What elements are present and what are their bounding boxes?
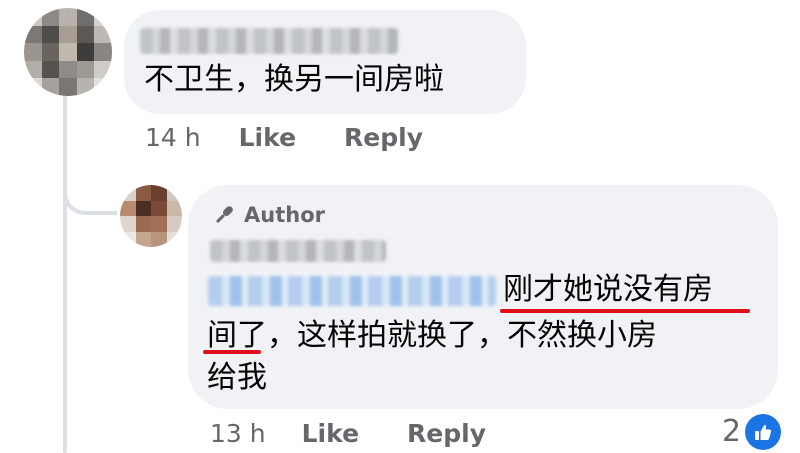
microphone-icon — [216, 206, 233, 223]
thread-branch-line — [63, 165, 117, 215]
commenter-name-redacted[interactable] — [210, 240, 386, 262]
reply-button[interactable]: Reply — [344, 123, 423, 152]
red-underline-annotation — [203, 350, 261, 354]
comment-actions: 14 h Like Reply — [145, 123, 423, 152]
reaction-summary[interactable]: 2 — [722, 414, 782, 450]
reply-text-line: 间了，这样拍就换了，不然换小房 — [207, 318, 657, 353]
reply-actions: 13 h Like Reply — [210, 419, 486, 448]
thread-line — [63, 95, 67, 453]
red-underline-annotation — [500, 309, 750, 313]
like-button[interactable]: Like — [239, 123, 296, 152]
reaction-count: 2 — [722, 414, 742, 449]
avatar[interactable] — [24, 8, 112, 96]
author-badge-label: Author — [244, 203, 325, 227]
reply-button[interactable]: Reply — [407, 419, 486, 448]
reply-text-line: 刚才她说没有房 — [503, 272, 713, 307]
author-badge: Author — [212, 203, 325, 227]
avatar[interactable] — [120, 185, 182, 247]
like-button[interactable]: Like — [302, 419, 359, 448]
reply-timestamp[interactable]: 13 h — [210, 419, 266, 448]
reply-text-line: 给我 — [207, 360, 267, 395]
thumbs-up-icon — [745, 414, 782, 450]
mention-tag-redacted[interactable] — [208, 276, 496, 306]
commenter-name-redacted[interactable] — [140, 28, 398, 54]
comment-timestamp[interactable]: 14 h — [145, 123, 201, 152]
comment-text: 不卫生，换另一间房啦 — [144, 62, 444, 97]
